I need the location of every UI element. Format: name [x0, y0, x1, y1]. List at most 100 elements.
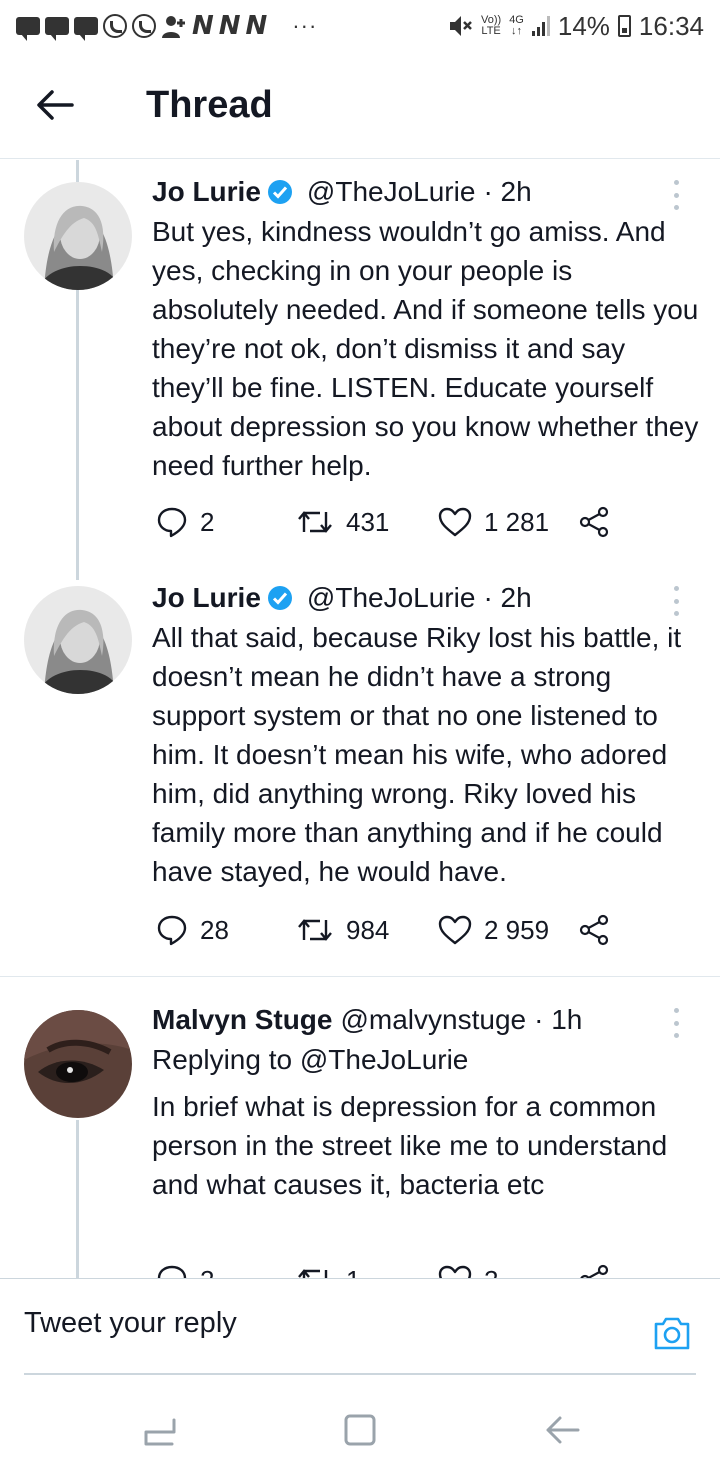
- tweet-actions: 2 1 2: [152, 1260, 622, 1278]
- reply-composer: Tweet your reply: [0, 1278, 720, 1375]
- author-name[interactable]: Jo Lurie: [152, 174, 261, 210]
- author-name[interactable]: Jo Lurie: [152, 580, 261, 616]
- retweet-button[interactable]: 431: [296, 502, 389, 542]
- share-button[interactable]: [578, 1260, 610, 1278]
- like-button[interactable]: 2: [438, 1260, 498, 1278]
- tweet[interactable]: Jo Lurie @TheJoLurie · 2h But yes, kindn…: [0, 160, 720, 580]
- avatar-image: [24, 182, 132, 290]
- tweet[interactable]: Jo Lurie @TheJoLurie · 2h All that said,…: [0, 580, 720, 978]
- composer-underline: [24, 1373, 696, 1375]
- battery-percent: 14%: [557, 10, 610, 41]
- author-name[interactable]: Malvyn Stuge: [152, 1002, 332, 1038]
- reply-icon: [157, 915, 187, 946]
- like-button[interactable]: 2 959: [438, 910, 549, 950]
- retweet-icon: [298, 511, 332, 533]
- retweet-count: 1: [346, 1265, 360, 1279]
- back-button[interactable]: [0, 52, 110, 159]
- more-options-button[interactable]: [666, 1008, 686, 1038]
- like-button[interactable]: 1 281: [438, 502, 549, 542]
- tweet-text: But yes, kindness wouldn’t go amiss. And…: [152, 216, 699, 481]
- signal-icon: [531, 16, 550, 36]
- chat-icon: [74, 17, 98, 41]
- avatar-image: [24, 586, 132, 694]
- author-handle[interactable]: @TheJoLurie: [307, 580, 476, 616]
- lte-label: LTE: [481, 25, 501, 37]
- thread-list[interactable]: Jo Lurie @TheJoLurie · 2h But yes, kindn…: [0, 160, 720, 1278]
- back-icon: [546, 1416, 580, 1444]
- author-handle[interactable]: @malvynstuge: [340, 1002, 526, 1038]
- avatar[interactable]: [24, 182, 132, 290]
- heart-icon: [438, 507, 472, 537]
- tweet-header: Jo Lurie @TheJoLurie · 2h: [152, 580, 702, 616]
- like-count: 2: [484, 1265, 498, 1279]
- share-button[interactable]: [578, 910, 610, 950]
- share-button[interactable]: [578, 502, 610, 542]
- retweet-count: 431: [346, 506, 390, 537]
- avatar[interactable]: [24, 1010, 132, 1118]
- mute-icon: [447, 13, 473, 39]
- page-title: Thread: [146, 83, 273, 126]
- like-count: 1 281: [484, 506, 550, 537]
- reply-button[interactable]: 2: [156, 502, 214, 542]
- verified-badge-icon: [267, 586, 292, 610]
- arrow-left-icon: [37, 90, 74, 120]
- heart-icon: [438, 915, 472, 945]
- tweet-actions: 2 431 1 281: [152, 502, 622, 542]
- chat-icon: [16, 17, 40, 41]
- battery-icon: [617, 15, 631, 37]
- reply-input[interactable]: Tweet your reply: [24, 1307, 237, 1340]
- n-icon: N: [192, 11, 214, 41]
- system-nav-bar: [0, 1376, 720, 1480]
- chat-icon: [45, 17, 69, 41]
- more-options-button[interactable]: [666, 586, 686, 616]
- n-icon: N: [218, 11, 241, 41]
- add-contact-icon: [161, 13, 187, 39]
- tweet-header: Malvyn Stuge @malvynstuge · 1h: [152, 1002, 702, 1038]
- thread-connector-line: [76, 1120, 79, 1278]
- share-icon: [580, 1264, 609, 1278]
- share-icon: [579, 506, 609, 538]
- notification-icons: N N N ···: [16, 11, 318, 41]
- reply-button[interactable]: 28: [156, 910, 229, 950]
- n-icon: N: [245, 11, 268, 41]
- avatar-image: [24, 1010, 132, 1118]
- recents-button[interactable]: [140, 1410, 180, 1450]
- nav-back-button[interactable]: [542, 1410, 582, 1450]
- home-icon: [344, 1414, 376, 1446]
- retweet-button[interactable]: 1: [296, 1260, 360, 1278]
- volte-indicator: Vo)) LTE: [481, 15, 501, 37]
- network-type-indicator: 4G ↓↑: [509, 15, 524, 37]
- verified-badge-icon: [267, 180, 292, 204]
- retweet-count: 984: [346, 914, 390, 945]
- reply-button[interactable]: 2: [156, 1260, 214, 1278]
- retweet-icon: [298, 1269, 328, 1278]
- replying-to-label: Replying to: [152, 1044, 293, 1075]
- tweet-actions: 28 984 2 959: [152, 910, 622, 950]
- tweet-time: · 2h: [483, 582, 532, 613]
- like-count: 2 959: [484, 914, 550, 945]
- reply-count: 28: [200, 914, 229, 945]
- share-icon: [579, 914, 609, 946]
- author-handle[interactable]: @TheJoLurie: [307, 174, 476, 210]
- retweet-button[interactable]: 984: [296, 910, 389, 950]
- retweet-icon: [298, 919, 332, 941]
- more-options-button[interactable]: [666, 180, 686, 210]
- reply-count: 2: [200, 506, 215, 537]
- tweet-content: Jo Lurie @TheJoLurie · 2h But yes, kindn…: [152, 174, 702, 485]
- tweet-text: In brief what is depression for a common…: [152, 1091, 668, 1200]
- system-indicators: Vo)) LTE 4G ↓↑ 14% 16:34: [447, 11, 704, 42]
- data-activity-label: ↓↑: [511, 25, 523, 37]
- whatsapp-icon: [103, 14, 127, 38]
- tweet[interactable]: Malvyn Stuge @malvynstuge · 1h Replying …: [0, 978, 720, 1278]
- replying-to-handle[interactable]: @TheJoLurie: [300, 1044, 469, 1075]
- reply-count: 2: [200, 1265, 214, 1279]
- tweet-content: Jo Lurie @TheJoLurie · 2h All that said,…: [152, 580, 702, 891]
- clock: 16:34: [638, 10, 704, 41]
- tweet-time: · 1h: [534, 1004, 583, 1035]
- more-notifications-indicator: ···: [292, 13, 318, 38]
- avatar[interactable]: [24, 586, 132, 694]
- camera-button[interactable]: [652, 1313, 692, 1353]
- recents-icon: [144, 1418, 176, 1446]
- home-button[interactable]: [340, 1410, 380, 1450]
- replying-to: Replying to @TheJoLurie: [152, 1040, 702, 1079]
